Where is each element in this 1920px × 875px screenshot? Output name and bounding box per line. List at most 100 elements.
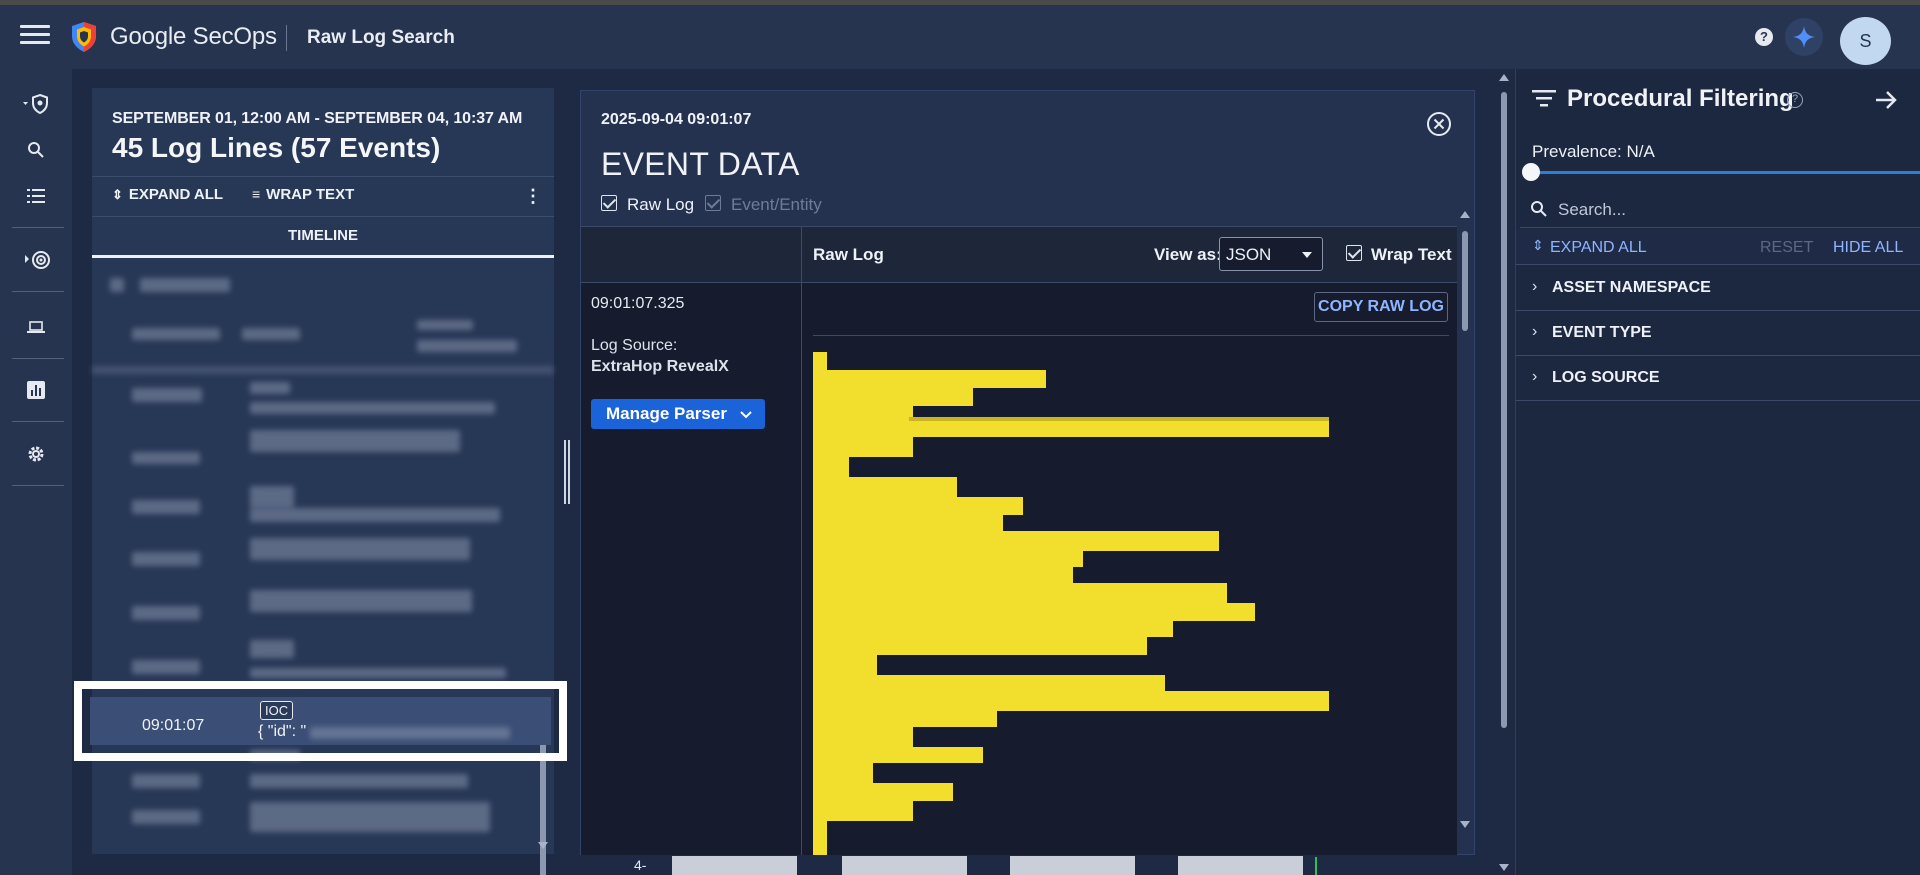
reset-button: RESET [1760, 239, 1814, 256]
scroll-up-arrow[interactable] [1460, 211, 1470, 218]
procedural-filtering-panel: Procedural Filtering ? Prevalence: N/A S… [1515, 69, 1920, 875]
scroll-down-arrow[interactable] [1499, 864, 1509, 871]
scroll-down-arrow[interactable] [538, 842, 548, 849]
manage-parser-button[interactable]: Manage Parser [591, 399, 765, 429]
user-avatar[interactable]: S [1840, 17, 1891, 65]
copy-raw-log-button[interactable]: COPY RAW LOG [1314, 292, 1448, 322]
sparkle-icon [1793, 26, 1815, 48]
page-scrollbar[interactable] [1498, 72, 1510, 872]
wrap-text-button[interactable]: ≡ WRAP TEXT [252, 186, 354, 203]
facet-asset-namespace[interactable]: › ASSET NAMESPACE [1516, 266, 1920, 311]
gear-icon [28, 446, 44, 462]
close-icon[interactable] [1426, 111, 1452, 137]
panel-resize-handle[interactable] [564, 440, 570, 504]
raw-log-checkbox[interactable] [601, 195, 617, 211]
raw-log-divider [813, 335, 1449, 336]
view-as-select[interactable]: JSON [1219, 237, 1323, 271]
unfold-icon: ⇕ [112, 187, 123, 202]
hamburger-menu-icon[interactable] [20, 25, 50, 49]
log-source-label: Log Source: [591, 337, 678, 354]
scroll-down-arrow[interactable] [1460, 821, 1470, 828]
event-table-header [581, 227, 1457, 282]
nav-item-search[interactable] [0, 127, 72, 173]
nav-item-settings[interactable] [0, 431, 72, 477]
page-title: Raw Log Search [307, 27, 455, 48]
histogram-marker [1315, 857, 1317, 875]
scroll-up-arrow[interactable] [1499, 74, 1509, 81]
list-icon [27, 189, 45, 203]
nav-item-threat-intel[interactable] [0, 237, 72, 283]
nav-divider [12, 291, 64, 292]
chevron-right-icon: › [1532, 323, 1538, 340]
event-detail-table: Raw Log View as: JSON Wrap Text 09:01:07… [581, 226, 1457, 857]
row-time: 09:01:07 [142, 717, 205, 734]
gemini-sparkle-button[interactable] [1785, 18, 1823, 56]
row-preview: { "id": " [258, 723, 511, 741]
expand-all-button[interactable]: EXPAND ALL [1550, 239, 1647, 257]
chevron-down-icon [739, 411, 752, 419]
product-logo-text[interactable]: Google SecOps [110, 23, 277, 51]
nav-item-cases[interactable] [0, 173, 72, 219]
header-divider [286, 25, 287, 51]
bottom-histogram-strip: 4- [580, 855, 1490, 875]
event-data-panel: 2025-09-04 09:01:07 EVENT DATA Raw Log E… [580, 90, 1475, 857]
chevron-right-icon: › [1532, 368, 1538, 385]
raw-log-checkbox-label: Raw Log [627, 195, 695, 214]
tab-timeline[interactable]: TIMELINE [92, 218, 554, 258]
event-scroll-thumb[interactable] [1462, 231, 1468, 331]
more-options-icon[interactable]: ⋮ [524, 186, 542, 206]
facet-event-type[interactable]: › EVENT TYPE [1516, 311, 1920, 356]
panel-title: Procedural Filtering [1567, 85, 1794, 112]
hide-all-button[interactable]: HIDE ALL [1833, 239, 1903, 257]
log-lines-count: 45 Log Lines (57 Events) [112, 132, 441, 163]
expand-all-button[interactable]: ⇕ EXPAND ALL [112, 186, 223, 203]
expand-all-label: EXPAND ALL [128, 186, 224, 203]
raw-log-header: Raw Log [813, 245, 884, 264]
selected-log-row[interactable]: 09:01:07 IOC { "id": " [74, 681, 567, 761]
nav-item-dashboards[interactable] [0, 367, 72, 413]
event-timestamp: 2025-09-04 09:01:07 [601, 111, 752, 128]
bar-chart-icon [27, 381, 45, 399]
help-icon[interactable]: ? [1787, 92, 1803, 108]
dropdown-caret-icon [1302, 252, 1312, 258]
facet-log-source[interactable]: › LOG SOURCE [1516, 356, 1920, 401]
raw-log-content-redacted[interactable] [809, 352, 1449, 857]
wrap-icon: ≡ [252, 186, 261, 202]
filter-search-input[interactable]: Search... [1520, 190, 1920, 228]
histogram-axis-label: 4- [634, 857, 647, 873]
help-icon[interactable]: ? [1755, 28, 1773, 46]
prevalence-slider-knob[interactable] [1522, 163, 1540, 181]
histogram-bar [1010, 856, 1135, 875]
column-divider [801, 227, 802, 857]
nav-item-investigation[interactable] [0, 304, 72, 350]
event-data-title: EVENT DATA [601, 146, 800, 182]
nav-divider [12, 485, 64, 486]
wrap-text-checkbox[interactable] [1346, 245, 1362, 261]
left-navigation [0, 69, 72, 875]
event-scrollbar[interactable] [1459, 211, 1471, 831]
histogram-bar [672, 856, 797, 875]
arrow-right-icon[interactable] [1873, 87, 1899, 113]
filter-lines-icon [1532, 90, 1556, 107]
wrap-text-checkbox-label: Wrap Text [1371, 245, 1452, 264]
facet-label: EVENT TYPE [1552, 324, 1652, 341]
radar-icon [25, 251, 50, 269]
event-entity-checkbox-label: Event/Entity [731, 195, 822, 214]
nav-item-detection[interactable] [0, 81, 72, 127]
facet-label: LOG SOURCE [1552, 369, 1660, 386]
filter-actions-bar: ⇕ EXPAND ALL RESET HIDE ALL [1516, 229, 1920, 265]
date-range[interactable]: SEPTEMBER 01, 12:00 AM - SEPTEMBER 04, 1… [112, 110, 522, 128]
nav-divider [12, 358, 64, 359]
prevalence-slider-track[interactable] [1532, 171, 1920, 174]
manage-parser-label: Manage Parser [606, 404, 727, 423]
page-scroll-thumb[interactable] [1501, 92, 1507, 728]
view-as-value: JSON [1226, 245, 1272, 264]
ioc-badge: IOC [260, 701, 294, 720]
facet-label: ASSET NAMESPACE [1552, 279, 1711, 296]
search-icon [28, 142, 44, 158]
chevron-right-icon: › [1532, 278, 1538, 295]
shield-search-icon [23, 93, 48, 115]
secops-shield-icon [72, 22, 96, 52]
selected-row-body: 09:01:07 IOC { "id": " [90, 697, 551, 745]
divider [92, 176, 554, 177]
